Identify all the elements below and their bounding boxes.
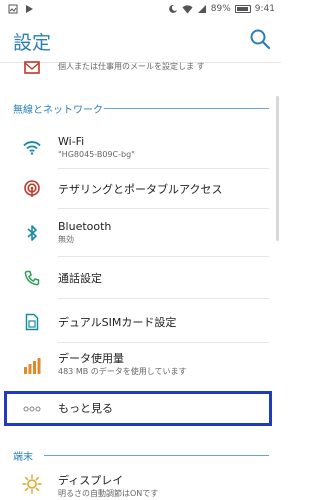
section-rule-device — [44, 455, 269, 456]
section-header-wireless: 無線とネットワーク — [13, 105, 103, 116]
highlight-box — [4, 391, 272, 426]
list-item-call-settings[interactable]: 通話設定 — [0, 258, 281, 298]
bluetooth-label: Bluetooth — [58, 220, 112, 233]
photo-notification-icon — [8, 4, 18, 14]
hotspot-icon — [22, 179, 42, 199]
data-usage-label: データ使用量 — [58, 352, 124, 365]
signal-icon — [197, 5, 206, 13]
list-item-dual-sim[interactable]: デュアルSIMカード設定 — [0, 302, 281, 342]
search-icon[interactable] — [249, 28, 271, 50]
email-icon — [22, 58, 42, 78]
dual-sim-label: デュアルSIMカード設定 — [58, 316, 177, 329]
phone-icon — [22, 268, 42, 288]
wifi-ssid: "HG8045-B09C-bg" — [58, 150, 135, 159]
bluetooth-icon — [22, 223, 42, 243]
row-divider — [58, 208, 269, 209]
list-item-data-usage[interactable]: データ使用量 483 MB のデータを使用しています — [0, 346, 281, 386]
call-settings-text: 通話設定 — [58, 271, 261, 286]
page-title: 設定 — [13, 32, 52, 54]
email-item-secondary: 個人または仕事用のメールを設定しま す — [58, 62, 205, 71]
row-divider — [58, 256, 269, 257]
list-item-tethering[interactable]: テザリングとポータブルアクセス — [0, 170, 281, 208]
data-usage-icon — [22, 356, 42, 376]
email-item-text: 個人または仕事用のメールを設定しま す — [58, 61, 261, 73]
section-header-device: 端末 — [13, 452, 33, 463]
section-rule-wireless — [104, 108, 269, 109]
play-notification-icon — [26, 5, 33, 13]
clock: 9:41 — [254, 4, 275, 14]
row-divider — [58, 342, 269, 343]
dual-sim-text: デュアルSIMカード設定 — [58, 315, 261, 330]
status-right: 89% 9:41 — [168, 4, 281, 14]
wifi-status-icon — [182, 5, 193, 14]
data-usage-detail: 483 MB のデータを使用しています — [58, 367, 187, 376]
data-usage-text: データ使用量 483 MB のデータを使用しています — [58, 351, 261, 378]
bluetooth-status: 無効 — [58, 235, 74, 244]
wifi-text: Wi-Fi "HG8045-B09C-bg" — [58, 134, 261, 161]
list-item-wifi[interactable]: Wi-Fi "HG8045-B09C-bg" — [0, 128, 281, 168]
row-divider — [58, 298, 269, 299]
wifi-icon — [22, 138, 42, 158]
battery-percent: 89% — [210, 4, 231, 14]
app-bar: 設定 — [0, 18, 281, 62]
tethering-text: テザリングとポータブルアクセス — [58, 182, 261, 197]
call-settings-label: 通話設定 — [58, 272, 102, 285]
wifi-label: Wi-Fi — [58, 135, 85, 148]
bluetooth-text: Bluetooth 無効 — [58, 219, 261, 246]
list-item-email-partial[interactable]: 個人または仕事用のメールを設定しま す — [0, 58, 281, 78]
do-not-disturb-icon — [168, 4, 177, 13]
list-item-display[interactable]: ディスプレイ 明るさの自動調節はONです — [0, 466, 281, 500]
battery-icon — [234, 5, 251, 13]
status-left — [0, 4, 34, 14]
status-bar: 89% 9:41 — [0, 0, 281, 18]
display-status: 明るさの自動調節はONです — [58, 489, 159, 498]
display-label: ディスプレイ — [58, 474, 124, 487]
sim-card-icon — [22, 312, 42, 332]
tethering-label: テザリングとポータブルアクセス — [58, 183, 223, 196]
scrollbar[interactable] — [276, 96, 279, 241]
list-item-bluetooth[interactable]: Bluetooth 無効 — [0, 212, 281, 254]
row-divider — [58, 168, 269, 169]
brightness-icon — [22, 474, 42, 494]
display-text: ディスプレイ 明るさの自動調節はONです — [58, 473, 261, 500]
